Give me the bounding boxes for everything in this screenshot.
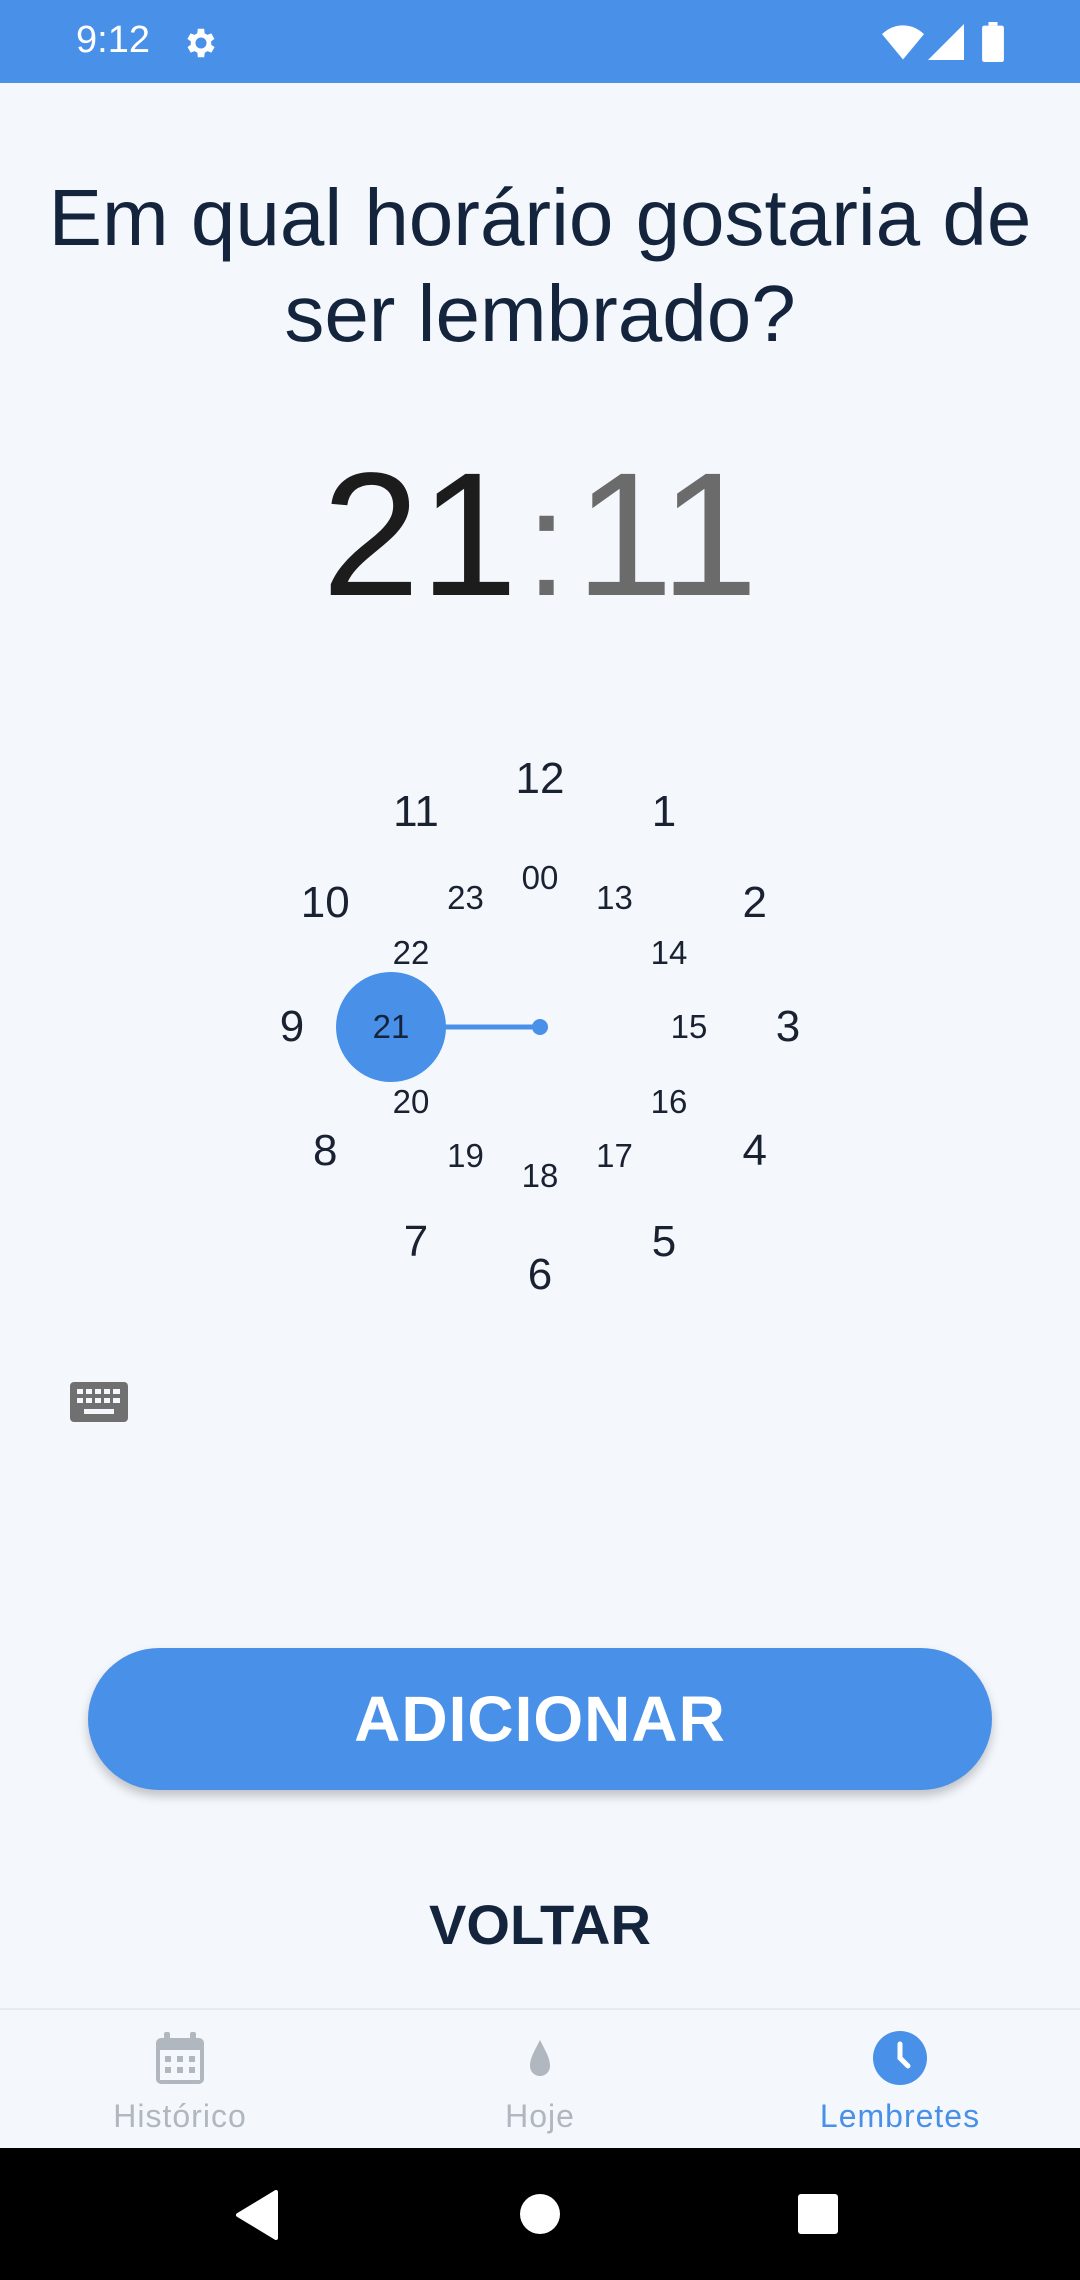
question-line-2: ser lembrado? bbox=[284, 269, 796, 358]
nav-label-historico: Histórico bbox=[113, 2098, 247, 2134]
wifi-icon bbox=[882, 25, 924, 60]
nav-item-hoje[interactable]: Hoje bbox=[360, 2010, 720, 2150]
clock-number-10[interactable]: 10 bbox=[301, 878, 350, 928]
clock-number-3[interactable]: 3 bbox=[776, 1002, 800, 1052]
clock-dial[interactable]: 12 1 2 3 4 5 6 7 8 9 10 11 00 13 14 15 16 17 18 19 20 21 22 23 bbox=[240, 720, 840, 1340]
clock-number-6[interactable]: 6 bbox=[528, 1250, 552, 1300]
clock-center-dot bbox=[532, 1019, 548, 1035]
clock-number-16[interactable]: 16 bbox=[651, 1083, 688, 1121]
home-circle-icon[interactable] bbox=[520, 2194, 560, 2234]
clock-number-2[interactable]: 2 bbox=[743, 878, 767, 928]
back-triangle-icon[interactable] bbox=[234, 2190, 282, 2240]
time-display: 21:11 bbox=[0, 440, 1080, 630]
clock-number-17[interactable]: 17 bbox=[596, 1137, 633, 1175]
nav-item-historico[interactable]: Histórico bbox=[0, 2010, 360, 2150]
clock-number-11[interactable]: 11 bbox=[393, 787, 439, 837]
clock-number-22[interactable]: 22 bbox=[393, 934, 430, 972]
gear-icon bbox=[187, 28, 215, 58]
water-drop-icon bbox=[530, 2040, 550, 2076]
status-time: 9:12 bbox=[76, 19, 150, 61]
nav-label-lembretes: Lembretes bbox=[819, 2098, 981, 2134]
clock-number-1[interactable]: 1 bbox=[652, 787, 676, 837]
clock-number-13[interactable]: 13 bbox=[596, 879, 633, 917]
clock-number-21[interactable]: 21 bbox=[373, 1008, 410, 1046]
status-bar: 9:12 bbox=[0, 0, 1080, 83]
clock-icon bbox=[873, 2031, 927, 2085]
battery-icon bbox=[982, 22, 1004, 62]
clock-number-18[interactable]: 18 bbox=[522, 1157, 559, 1195]
clock-number-20[interactable]: 20 bbox=[393, 1083, 430, 1121]
clock-number-00[interactable]: 00 bbox=[522, 859, 559, 897]
signal-icon bbox=[928, 24, 964, 60]
recents-square-icon[interactable] bbox=[798, 2194, 838, 2234]
clock-number-12[interactable]: 12 bbox=[516, 754, 565, 804]
clock-number-14[interactable]: 14 bbox=[651, 934, 688, 972]
clock-number-9[interactable]: 9 bbox=[280, 1002, 304, 1052]
clock-number-8[interactable]: 8 bbox=[313, 1126, 337, 1176]
clock-number-4[interactable]: 4 bbox=[743, 1126, 767, 1176]
time-separator: : bbox=[525, 459, 568, 627]
add-button[interactable]: ADICIONAR bbox=[88, 1648, 992, 1790]
bottom-nav: Histórico Hoje Lembretes bbox=[0, 2008, 1080, 2148]
minute-display[interactable]: 11 bbox=[575, 437, 758, 633]
back-button[interactable]: VOLTAR bbox=[340, 1880, 740, 1970]
keyboard-icon[interactable] bbox=[70, 1380, 128, 1424]
question-title: Em qual horário gostaria de ser lembrado… bbox=[0, 170, 1080, 362]
clock-number-23[interactable]: 23 bbox=[447, 879, 484, 917]
clock-number-5[interactable]: 5 bbox=[652, 1217, 676, 1267]
clock-hand-layer bbox=[336, 972, 548, 1082]
nav-item-lembretes[interactable]: Lembretes bbox=[720, 2010, 1080, 2150]
question-line-1: Em qual horário gostaria de bbox=[48, 173, 1032, 262]
clock-number-15[interactable]: 15 bbox=[671, 1008, 708, 1046]
nav-label-hoje: Hoje bbox=[505, 2098, 575, 2134]
clock-number-19[interactable]: 19 bbox=[447, 1137, 484, 1175]
hour-display[interactable]: 21 bbox=[322, 437, 518, 633]
clock-number-7[interactable]: 7 bbox=[404, 1217, 428, 1267]
calendar-icon bbox=[156, 2032, 204, 2084]
